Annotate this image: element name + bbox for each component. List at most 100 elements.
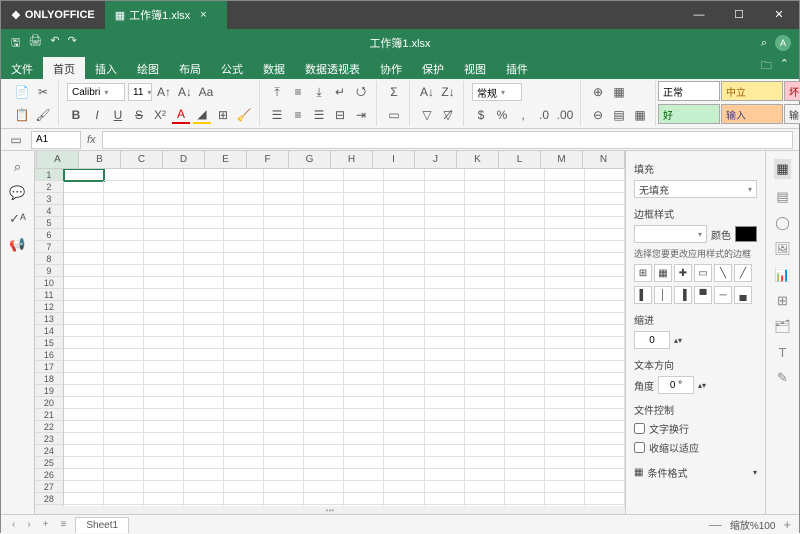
cell[interactable] xyxy=(144,169,184,181)
signature-icon[interactable]: ✎ xyxy=(777,370,788,386)
minimize-button[interactable]: — xyxy=(679,1,719,29)
cell[interactable] xyxy=(184,469,224,481)
cell[interactable] xyxy=(384,301,424,313)
cell[interactable] xyxy=(64,337,104,349)
cell[interactable] xyxy=(384,409,424,421)
cell[interactable] xyxy=(384,217,424,229)
dec-dec-icon[interactable]: .00 xyxy=(556,106,574,124)
cell[interactable] xyxy=(384,481,424,493)
sheet-next-icon[interactable]: › xyxy=(24,519,33,530)
border-cross-icon[interactable]: ✚ xyxy=(674,264,692,282)
cell[interactable] xyxy=(144,469,184,481)
cell[interactable] xyxy=(425,445,465,457)
cell[interactable] xyxy=(224,313,264,325)
spellcheck-icon[interactable]: ✓ᴬ xyxy=(9,211,26,227)
cell[interactable] xyxy=(144,301,184,313)
cell[interactable] xyxy=(64,229,104,241)
cell[interactable] xyxy=(64,181,104,193)
border-diag1-icon[interactable]: ╲ xyxy=(714,264,732,282)
cell[interactable] xyxy=(585,241,625,253)
cell[interactable] xyxy=(224,181,264,193)
panel-toggle-icon[interactable]: ⌃ xyxy=(780,57,789,79)
search-icon[interactable]: ⌕ xyxy=(761,37,767,50)
cell[interactable] xyxy=(545,241,585,253)
cell[interactable] xyxy=(264,253,304,265)
cell[interactable] xyxy=(144,385,184,397)
print-icon[interactable]: 🖨 xyxy=(28,34,42,53)
cell[interactable] xyxy=(505,481,545,493)
row-header[interactable]: 11 xyxy=(35,289,64,301)
border-bottom-icon[interactable]: ▄ xyxy=(734,286,752,304)
col-header-N[interactable]: N xyxy=(583,151,625,168)
cell[interactable] xyxy=(344,193,384,205)
cell[interactable] xyxy=(104,337,144,349)
cell[interactable] xyxy=(184,421,224,433)
cell[interactable] xyxy=(344,421,384,433)
cell[interactable] xyxy=(304,409,344,421)
cell[interactable] xyxy=(184,457,224,469)
cell[interactable] xyxy=(64,241,104,253)
row-header[interactable]: 27 xyxy=(35,481,64,493)
style-good[interactable]: 好 xyxy=(658,104,720,124)
cell[interactable] xyxy=(505,469,545,481)
cell[interactable] xyxy=(465,373,505,385)
cell[interactable] xyxy=(264,169,304,181)
cell[interactable] xyxy=(304,193,344,205)
change-case-icon[interactable]: Aa xyxy=(197,83,215,101)
cell[interactable] xyxy=(184,181,224,193)
cell[interactable] xyxy=(184,241,224,253)
paste-icon[interactable]: 📋 xyxy=(13,106,31,124)
cell[interactable] xyxy=(144,181,184,193)
cell[interactable] xyxy=(344,397,384,409)
cell[interactable] xyxy=(585,385,625,397)
cell[interactable] xyxy=(104,457,144,469)
cell[interactable] xyxy=(545,445,585,457)
clear-format-icon[interactable]: 🧹 xyxy=(235,106,253,124)
cell[interactable] xyxy=(465,337,505,349)
cell[interactable] xyxy=(64,457,104,469)
font-name-select[interactable]: Calibri xyxy=(67,83,125,101)
cell[interactable] xyxy=(505,253,545,265)
cell[interactable] xyxy=(144,241,184,253)
redo-icon[interactable]: ↷ xyxy=(68,34,77,53)
cell[interactable] xyxy=(184,361,224,373)
cell[interactable] xyxy=(465,349,505,361)
sheet-prev-icon[interactable]: ‹ xyxy=(9,519,18,530)
cell[interactable] xyxy=(585,349,625,361)
cell[interactable] xyxy=(64,169,104,181)
cell[interactable] xyxy=(144,229,184,241)
cell[interactable] xyxy=(425,361,465,373)
cell[interactable] xyxy=(144,205,184,217)
cell[interactable] xyxy=(465,409,505,421)
menu-plugins[interactable]: 插件 xyxy=(496,57,538,79)
cell[interactable] xyxy=(585,409,625,421)
cell[interactable] xyxy=(104,289,144,301)
cell[interactable] xyxy=(224,493,264,505)
cell[interactable] xyxy=(224,265,264,277)
cell[interactable] xyxy=(465,493,505,505)
cell[interactable] xyxy=(304,445,344,457)
cell[interactable] xyxy=(264,349,304,361)
cell[interactable] xyxy=(184,445,224,457)
border-vmid-icon[interactable]: │ xyxy=(654,286,672,304)
cell[interactable] xyxy=(585,421,625,433)
row-header[interactable]: 28 xyxy=(35,493,64,505)
cell[interactable] xyxy=(224,481,264,493)
cell[interactable] xyxy=(425,481,465,493)
cell[interactable] xyxy=(384,241,424,253)
cell[interactable] xyxy=(425,421,465,433)
cell[interactable] xyxy=(425,349,465,361)
cell[interactable] xyxy=(384,193,424,205)
align-center-icon[interactable]: ≡ xyxy=(289,106,307,124)
name-box[interactable]: A1 xyxy=(31,131,81,149)
cell[interactable] xyxy=(264,301,304,313)
menu-layout[interactable]: 布局 xyxy=(169,57,211,79)
cell[interactable] xyxy=(104,217,144,229)
cell[interactable] xyxy=(344,205,384,217)
cell[interactable] xyxy=(344,373,384,385)
cell[interactable] xyxy=(505,457,545,469)
cell[interactable] xyxy=(104,373,144,385)
cell[interactable] xyxy=(425,313,465,325)
cell[interactable] xyxy=(304,325,344,337)
border-left-icon[interactable]: ▌ xyxy=(634,286,652,304)
